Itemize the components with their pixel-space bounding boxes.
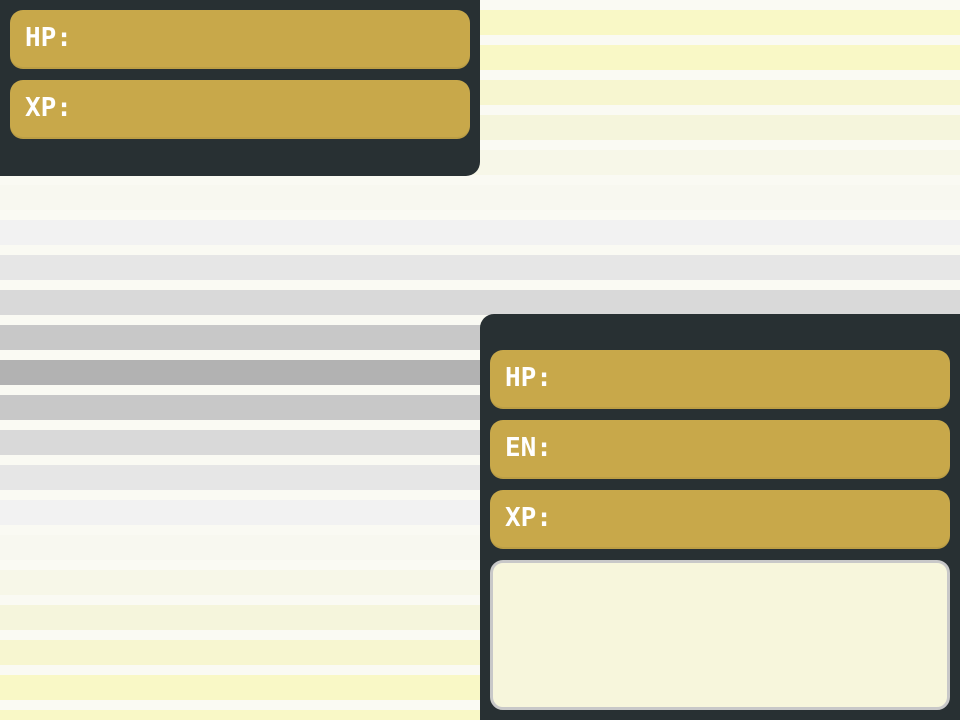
enemy-hp-bar: HP:: [10, 10, 470, 69]
background-stripe: [0, 185, 960, 210]
player-en-bar: EN:: [490, 420, 950, 479]
enemy-status-panel: HP: XP:: [0, 0, 480, 176]
enemy-xp-bar: XP:: [10, 80, 470, 139]
player-xp-bar: XP:: [490, 490, 950, 549]
background-stripe: [0, 220, 960, 245]
player-hp-label: HP:: [505, 363, 552, 393]
player-hp-bar: HP:: [490, 350, 950, 409]
enemy-xp-label: XP:: [25, 93, 72, 123]
player-xp-label: XP:: [505, 503, 552, 533]
player-status-panel: HP: EN: XP:: [480, 314, 960, 720]
background-stripe: [0, 255, 960, 280]
message-box[interactable]: [490, 560, 950, 710]
player-en-label: EN:: [505, 433, 552, 463]
enemy-hp-label: HP:: [25, 23, 72, 53]
background-stripe: [0, 290, 960, 315]
game-screen: HP: XP: HP: EN: XP:: [0, 0, 960, 720]
